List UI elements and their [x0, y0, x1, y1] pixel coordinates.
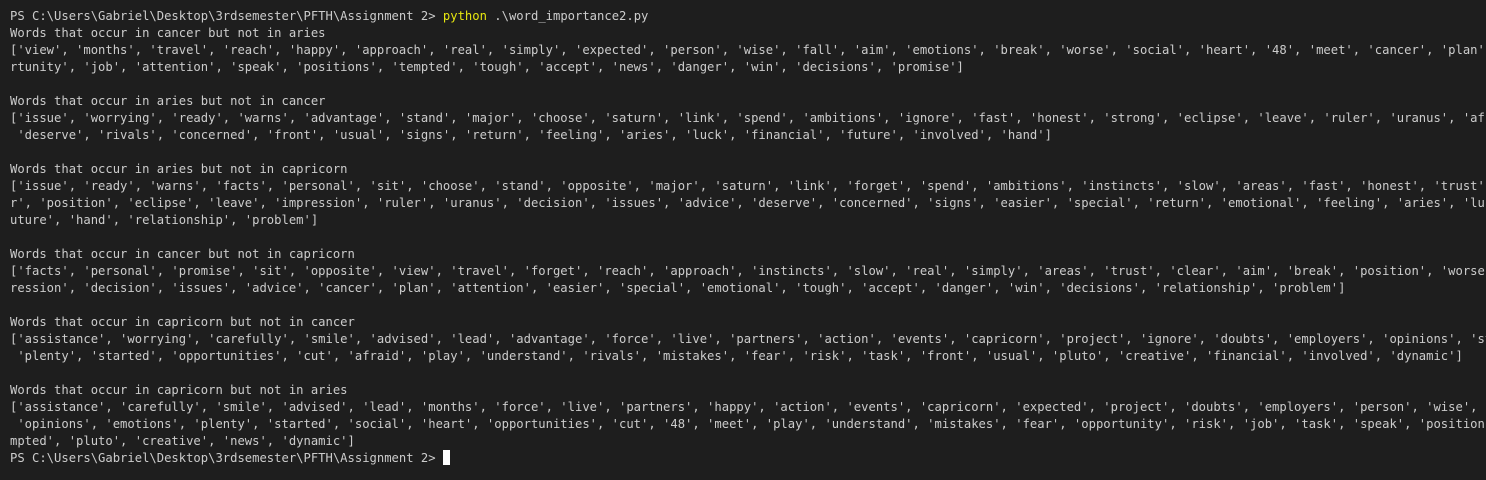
command-name: python [442, 9, 487, 23]
output-line: ['assistance', 'carefully', 'smile', 'ad… [10, 400, 1486, 414]
prompt: PS C:\Users\Gabriel\Desktop\3rdsemester\… [10, 451, 443, 465]
section-heading: Words that occur in capricorn but not in… [10, 383, 348, 397]
prompt: PS C:\Users\Gabriel\Desktop\3rdsemester\… [10, 9, 443, 23]
output-line: 'opinions', 'emotions', 'plenty', 'start… [10, 417, 1486, 431]
output-line: uture', 'hand', 'relationship', 'problem… [10, 213, 319, 227]
section-heading: Words that occur in aries but not in can… [10, 94, 326, 108]
section-heading: Words that occur in cancer but not in ca… [10, 247, 355, 261]
final-prompt-line[interactable]: PS C:\Users\Gabriel\Desktop\3rdsemester\… [10, 450, 1486, 467]
section-heading: Words that occur in aries but not in cap… [10, 162, 348, 176]
output-line: 'plenty', 'started', 'opportunities', 'c… [10, 349, 1463, 363]
output-line: ['assistance', 'worrying', 'carefully', … [10, 332, 1486, 346]
section-heading: Words that occur in cancer but not in ar… [10, 26, 326, 40]
output-line: 'deserve', 'rivals', 'concerned', 'front… [10, 128, 1052, 142]
section-heading: Words that occur in capricorn but not in… [10, 315, 355, 329]
cursor-block [442, 450, 450, 465]
output-line: mpted', 'pluto', 'creative', 'news', 'dy… [10, 434, 355, 448]
output-line: ['facts', 'personal', 'promise', 'sit', … [10, 264, 1486, 278]
output-line: rtunity', 'job', 'attention', 'speak', '… [10, 60, 964, 74]
command-argument: .\word_importance2.py [486, 9, 649, 23]
terminal-window[interactable]: PS C:\Users\Gabriel\Desktop\3rdsemester\… [0, 0, 1486, 480]
output-line: r', 'position', 'eclipse', 'leave', 'imp… [10, 196, 1486, 210]
output-line: ['issue', 'worrying', 'ready', 'warns', … [10, 111, 1486, 125]
output-line: ression', 'decision', 'issues', 'advice'… [10, 281, 1346, 295]
output-line: ['view', 'months', 'travel', 'reach', 'h… [10, 43, 1486, 57]
command-line: PS C:\Users\Gabriel\Desktop\3rdsemester\… [10, 8, 1486, 25]
output-line: ['issue', 'ready', 'warns', 'facts', 'pe… [10, 179, 1486, 193]
